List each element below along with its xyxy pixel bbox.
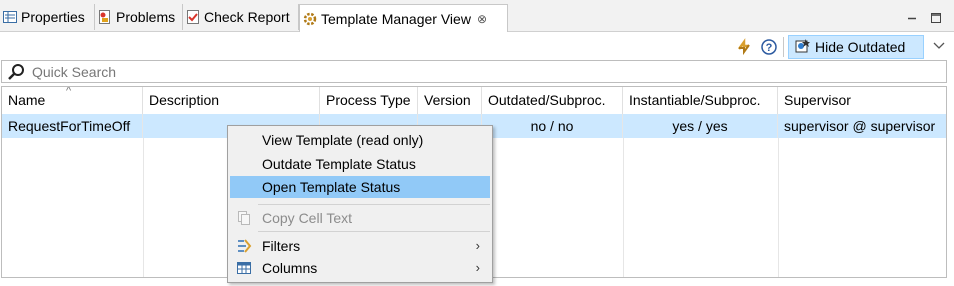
view-tab-bar: Properties Problems Check Report Templat…: [0, 0, 954, 32]
menu-item-columns[interactable]: Columns ›: [230, 257, 490, 279]
submenu-arrow-icon: ›: [475, 238, 480, 253]
column-divider: [143, 138, 144, 277]
columns-icon: [236, 260, 252, 276]
quick-search-input[interactable]: [32, 62, 932, 81]
tab-problems[interactable]: Problems: [95, 4, 183, 30]
check-report-icon: [185, 9, 201, 25]
menu-separator: [258, 204, 490, 205]
column-header-label: Supervisor: [784, 92, 851, 108]
hide-outdated-icon: [793, 38, 811, 56]
tab-label: Check Report: [204, 9, 290, 25]
quick-search-box: [1, 60, 947, 83]
column-header-name[interactable]: ^ Name: [2, 87, 143, 114]
menu-item-open-template-status[interactable]: Open Template Status: [230, 176, 490, 198]
problems-icon: [97, 9, 113, 25]
help-icon[interactable]: ?: [760, 38, 778, 56]
column-header-version[interactable]: Version: [418, 87, 482, 114]
hide-outdated-button[interactable]: Hide Outdated: [788, 35, 924, 59]
copy-icon: [236, 210, 252, 226]
tab-template-manager-view[interactable]: Template Manager View ⊗: [299, 4, 508, 32]
view-menu-chevron-icon[interactable]: [933, 38, 945, 49]
tab-label: Template Manager View: [321, 10, 471, 27]
menu-separator: [258, 231, 490, 232]
column-header-instantiable[interactable]: Instantiable/Subproc.: [623, 87, 778, 114]
column-divider: [623, 138, 624, 277]
toolbar-separator: [783, 37, 784, 57]
submenu-arrow-icon: ›: [475, 260, 480, 275]
menu-item-label: Outdate Template Status: [262, 156, 416, 172]
menu-item-label: View Template (read only): [262, 132, 424, 148]
menu-item-view-template[interactable]: View Template (read only): [230, 129, 490, 151]
sort-ascending-icon: ^: [66, 87, 72, 97]
table-header: ^ Name Description Process Type Version …: [2, 87, 946, 114]
cell-name: RequestForTimeOff: [2, 114, 143, 138]
column-header-label: Version: [424, 92, 471, 108]
properties-icon: [2, 9, 18, 25]
close-icon[interactable]: ⊗: [477, 12, 487, 26]
menu-item-copy-cell-text[interactable]: Copy Cell Text: [230, 207, 490, 229]
cell-supervisor: supervisor @ supervisor: [784, 118, 936, 134]
column-header-label: Description: [149, 92, 220, 108]
menu-item-label: Filters: [262, 238, 301, 254]
column-header-supervisor[interactable]: Supervisor: [778, 87, 946, 114]
filter-icon: [236, 238, 252, 254]
context-menu: View Template (read only) Outdate Templa…: [227, 125, 493, 283]
menu-item-outdate-template-status[interactable]: Outdate Template Status: [230, 153, 490, 175]
column-header-label: Outdated/Subproc.: [488, 92, 606, 108]
column-header-description[interactable]: Description: [143, 87, 320, 114]
menu-item-label: Columns: [262, 260, 318, 276]
template-manager-icon: [302, 11, 318, 27]
column-header-outdated[interactable]: Outdated/Subproc.: [482, 87, 623, 114]
tab-properties[interactable]: Properties: [0, 4, 95, 30]
sync-icon[interactable]: [735, 38, 753, 56]
hide-outdated-label: Hide Outdated: [815, 39, 906, 55]
menu-item-label: Copy Cell Text: [262, 210, 353, 226]
cell-instantiable: yes / yes: [623, 114, 778, 138]
maximize-icon[interactable]: [931, 10, 941, 23]
minimize-icon[interactable]: [907, 10, 917, 20]
menu-item-label: Open Template Status: [262, 179, 401, 195]
column-header-label: Name: [8, 92, 46, 108]
column-divider: [778, 138, 779, 277]
column-header-label: Process Type: [326, 92, 411, 108]
menu-item-filters[interactable]: Filters ›: [230, 235, 490, 257]
cell-outdated: no / no: [482, 114, 623, 138]
column-header-process-type[interactable]: Process Type: [320, 87, 418, 114]
tab-label: Properties: [21, 9, 85, 25]
tab-label: Problems: [116, 9, 176, 25]
svg-text:?: ?: [766, 42, 773, 54]
search-icon: [7, 63, 25, 81]
tab-check-report[interactable]: Check Report: [183, 4, 299, 30]
column-header-label: Instantiable/Subproc.: [629, 92, 761, 108]
